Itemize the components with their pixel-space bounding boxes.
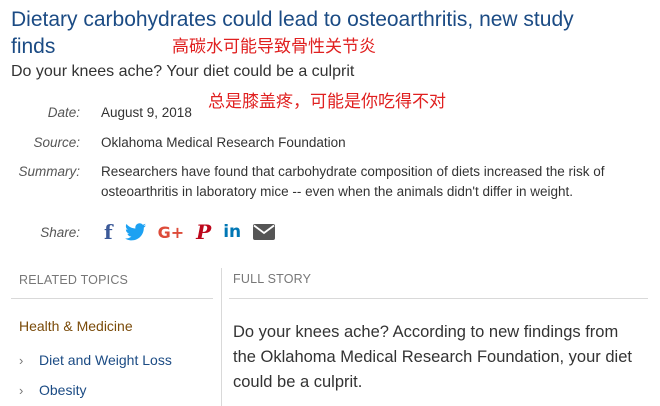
share-icons: f G+ P in xyxy=(104,220,287,244)
subtitle-annotation: 总是膝盖疼，可能是你吃得不对 xyxy=(208,92,446,112)
date-label: Date: xyxy=(47,105,80,120)
email-icon[interactable] xyxy=(253,221,276,243)
pinterest-icon[interactable]: P xyxy=(196,220,211,244)
topic-diet-weight-loss[interactable]: › Diet and Weight Loss xyxy=(19,352,172,368)
article-subtitle: Do your knees ache? Your diet could be a… xyxy=(11,63,355,80)
source-label: Source: xyxy=(33,135,80,150)
share-label: Share: xyxy=(40,225,80,240)
column-divider xyxy=(221,268,222,406)
google-plus-icon[interactable]: G+ xyxy=(158,221,185,243)
related-topics-heading: RELATED TOPICS xyxy=(19,273,129,287)
full-story-heading: FULL STORY xyxy=(233,272,312,286)
twitter-icon[interactable] xyxy=(124,221,146,243)
summary-text: Researchers have found that carbohydrate… xyxy=(101,164,605,199)
related-topics-divider xyxy=(11,298,213,299)
chevron-right-icon: › xyxy=(19,382,24,398)
topic-label: Diet and Weight Loss xyxy=(39,352,172,368)
title-annotation: 高碳水可能导致骨性关节炎 xyxy=(172,37,376,57)
full-story-text: Do your knees ache? According to new fin… xyxy=(233,323,632,391)
chevron-right-icon: › xyxy=(19,352,24,368)
source-value: Oklahoma Medical Research Foundation xyxy=(101,135,346,150)
date-value: August 9, 2018 xyxy=(101,105,192,120)
facebook-icon[interactable]: f xyxy=(104,220,113,244)
linkedin-icon[interactable]: in xyxy=(223,221,241,243)
summary-label: Summary: xyxy=(18,164,80,179)
topic-obesity[interactable]: › Obesity xyxy=(19,382,86,398)
topic-category-health-medicine[interactable]: Health & Medicine xyxy=(19,318,133,334)
full-story-divider xyxy=(229,298,648,299)
topic-label: Obesity xyxy=(39,382,87,398)
